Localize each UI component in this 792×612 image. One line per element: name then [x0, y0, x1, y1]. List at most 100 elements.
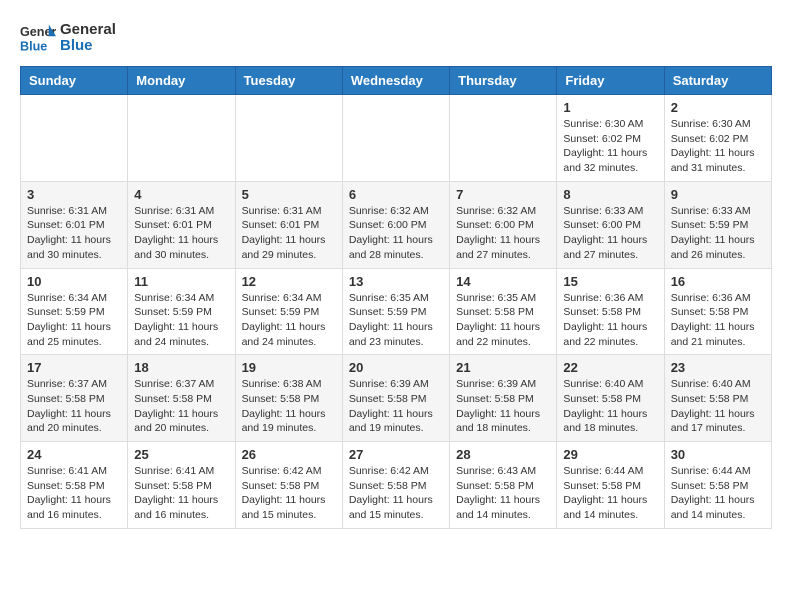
calendar-header-sunday: Sunday: [21, 67, 128, 95]
day-number: 22: [563, 360, 657, 375]
page-header: General Blue General Blue: [20, 20, 772, 56]
day-info: Sunrise: 6:36 AM Sunset: 5:58 PM Dayligh…: [671, 291, 765, 350]
day-number: 25: [134, 447, 228, 462]
day-info: Sunrise: 6:39 AM Sunset: 5:58 PM Dayligh…: [456, 377, 550, 436]
day-number: 24: [27, 447, 121, 462]
svg-text:Blue: Blue: [20, 40, 47, 54]
day-info: Sunrise: 6:40 AM Sunset: 5:58 PM Dayligh…: [671, 377, 765, 436]
day-info: Sunrise: 6:33 AM Sunset: 6:00 PM Dayligh…: [563, 204, 657, 263]
day-number: 30: [671, 447, 765, 462]
calendar-cell: 28 Sunrise: 6:43 AM Sunset: 5:58 PM Dayli…: [450, 442, 557, 529]
day-info: Sunrise: 6:33 AM Sunset: 5:59 PM Dayligh…: [671, 204, 765, 263]
calendar-cell: 4 Sunrise: 6:31 AM Sunset: 6:01 PM Daylig…: [128, 181, 235, 268]
day-number: 20: [349, 360, 443, 375]
calendar-cell: 26 Sunrise: 6:42 AM Sunset: 5:58 PM Dayli…: [235, 442, 342, 529]
calendar-cell: [128, 95, 235, 182]
calendar-cell: 1 Sunrise: 6:30 AM Sunset: 6:02 PM Daylig…: [557, 95, 664, 182]
calendar-cell: 6 Sunrise: 6:32 AM Sunset: 6:00 PM Daylig…: [342, 181, 449, 268]
logo-icon: General Blue: [20, 20, 56, 56]
calendar-cell: 21 Sunrise: 6:39 AM Sunset: 5:58 PM Dayli…: [450, 355, 557, 442]
calendar-cell: 22 Sunrise: 6:40 AM Sunset: 5:58 PM Dayli…: [557, 355, 664, 442]
calendar-cell: 9Sunrise: 6:33 AM Sunset: 5:59 PM Daylig…: [664, 181, 771, 268]
calendar-cell: 7 Sunrise: 6:32 AM Sunset: 6:00 PM Daylig…: [450, 181, 557, 268]
day-info: Sunrise: 6:38 AM Sunset: 5:58 PM Dayligh…: [242, 377, 336, 436]
calendar-header-friday: Friday: [557, 67, 664, 95]
day-number: 21: [456, 360, 550, 375]
calendar-cell: [235, 95, 342, 182]
calendar-cell: 8 Sunrise: 6:33 AM Sunset: 6:00 PM Daylig…: [557, 181, 664, 268]
day-info: Sunrise: 6:37 AM Sunset: 5:58 PM Dayligh…: [134, 377, 228, 436]
calendar-cell: 15 Sunrise: 6:36 AM Sunset: 5:58 PM Dayli…: [557, 268, 664, 355]
day-number: 15: [563, 274, 657, 289]
day-number: 18: [134, 360, 228, 375]
day-info: Sunrise: 6:43 AM Sunset: 5:58 PM Dayligh…: [456, 464, 550, 523]
day-info: Sunrise: 6:32 AM Sunset: 6:00 PM Dayligh…: [456, 204, 550, 263]
day-info: Sunrise: 6:34 AM Sunset: 5:59 PM Dayligh…: [134, 291, 228, 350]
day-info: Sunrise: 6:35 AM Sunset: 5:59 PM Dayligh…: [349, 291, 443, 350]
day-number: 4: [134, 187, 228, 202]
calendar-cell: 18 Sunrise: 6:37 AM Sunset: 5:58 PM Dayli…: [128, 355, 235, 442]
day-number: 12: [242, 274, 336, 289]
day-info: Sunrise: 6:41 AM Sunset: 5:58 PM Dayligh…: [134, 464, 228, 523]
day-number: 8: [563, 187, 657, 202]
day-info: Sunrise: 6:34 AM Sunset: 5:59 PM Dayligh…: [27, 291, 121, 350]
day-number: 2: [671, 100, 765, 115]
calendar-header-tuesday: Tuesday: [235, 67, 342, 95]
calendar-cell: 10 Sunrise: 6:34 AM Sunset: 5:59 PM Dayli…: [21, 268, 128, 355]
calendar-week-row: 24 Sunrise: 6:41 AM Sunset: 5:58 PM Dayli…: [21, 442, 772, 529]
day-number: 29: [563, 447, 657, 462]
day-info: Sunrise: 6:32 AM Sunset: 6:00 PM Dayligh…: [349, 204, 443, 263]
calendar-week-row: 3 Sunrise: 6:31 AM Sunset: 6:01 PM Daylig…: [21, 181, 772, 268]
calendar-cell: 20 Sunrise: 6:39 AM Sunset: 5:58 PM Dayli…: [342, 355, 449, 442]
logo: General Blue General Blue: [20, 20, 116, 56]
day-info: Sunrise: 6:40 AM Sunset: 5:58 PM Dayligh…: [563, 377, 657, 436]
calendar-table: SundayMondayTuesdayWednesdayThursdayFrid…: [20, 66, 772, 529]
calendar-week-row: 1 Sunrise: 6:30 AM Sunset: 6:02 PM Daylig…: [21, 95, 772, 182]
day-info: Sunrise: 6:41 AM Sunset: 5:58 PM Dayligh…: [27, 464, 121, 523]
calendar-week-row: 17Sunrise: 6:37 AM Sunset: 5:58 PM Dayli…: [21, 355, 772, 442]
calendar-header-row: SundayMondayTuesdayWednesdayThursdayFrid…: [21, 67, 772, 95]
day-info: Sunrise: 6:31 AM Sunset: 6:01 PM Dayligh…: [27, 204, 121, 263]
day-info: Sunrise: 6:42 AM Sunset: 5:58 PM Dayligh…: [242, 464, 336, 523]
day-number: 16: [671, 274, 765, 289]
calendar-cell: 11 Sunrise: 6:34 AM Sunset: 5:59 PM Dayli…: [128, 268, 235, 355]
calendar-header-saturday: Saturday: [664, 67, 771, 95]
day-info: Sunrise: 6:30 AM Sunset: 6:02 PM Dayligh…: [563, 117, 657, 176]
calendar-header-monday: Monday: [128, 67, 235, 95]
day-info: Sunrise: 6:31 AM Sunset: 6:01 PM Dayligh…: [134, 204, 228, 263]
day-number: 28: [456, 447, 550, 462]
calendar-header-wednesday: Wednesday: [342, 67, 449, 95]
calendar-cell: 13 Sunrise: 6:35 AM Sunset: 5:59 PM Dayli…: [342, 268, 449, 355]
calendar-cell: [450, 95, 557, 182]
calendar-cell: 16 Sunrise: 6:36 AM Sunset: 5:58 PM Dayli…: [664, 268, 771, 355]
day-number: 19: [242, 360, 336, 375]
calendar-cell: [342, 95, 449, 182]
day-info: Sunrise: 6:35 AM Sunset: 5:58 PM Dayligh…: [456, 291, 550, 350]
calendar-cell: 25 Sunrise: 6:41 AM Sunset: 5:58 PM Dayli…: [128, 442, 235, 529]
calendar-cell: 29 Sunrise: 6:44 AM Sunset: 5:58 PM Dayli…: [557, 442, 664, 529]
calendar-cell: 12Sunrise: 6:34 AM Sunset: 5:59 PM Dayli…: [235, 268, 342, 355]
day-number: 6: [349, 187, 443, 202]
day-number: 27: [349, 447, 443, 462]
day-info: Sunrise: 6:30 AM Sunset: 6:02 PM Dayligh…: [671, 117, 765, 176]
day-info: Sunrise: 6:39 AM Sunset: 5:58 PM Dayligh…: [349, 377, 443, 436]
day-number: 11: [134, 274, 228, 289]
calendar-cell: 2 Sunrise: 6:30 AM Sunset: 6:02 PM Daylig…: [664, 95, 771, 182]
calendar-cell: 23Sunrise: 6:40 AM Sunset: 5:58 PM Dayli…: [664, 355, 771, 442]
calendar-week-row: 10 Sunrise: 6:34 AM Sunset: 5:59 PM Dayli…: [21, 268, 772, 355]
day-number: 14: [456, 274, 550, 289]
day-number: 13: [349, 274, 443, 289]
day-number: 10: [27, 274, 121, 289]
day-number: 26: [242, 447, 336, 462]
day-number: 7: [456, 187, 550, 202]
calendar-header-thursday: Thursday: [450, 67, 557, 95]
calendar-cell: 19 Sunrise: 6:38 AM Sunset: 5:58 PM Dayli…: [235, 355, 342, 442]
calendar-cell: 3 Sunrise: 6:31 AM Sunset: 6:01 PM Daylig…: [21, 181, 128, 268]
day-info: Sunrise: 6:36 AM Sunset: 5:58 PM Dayligh…: [563, 291, 657, 350]
day-number: 3: [27, 187, 121, 202]
calendar-cell: 5Sunrise: 6:31 AM Sunset: 6:01 PM Daylig…: [235, 181, 342, 268]
day-info: Sunrise: 6:42 AM Sunset: 5:58 PM Dayligh…: [349, 464, 443, 523]
day-number: 1: [563, 100, 657, 115]
day-info: Sunrise: 6:44 AM Sunset: 5:58 PM Dayligh…: [563, 464, 657, 523]
day-info: Sunrise: 6:37 AM Sunset: 5:58 PM Dayligh…: [27, 377, 121, 436]
